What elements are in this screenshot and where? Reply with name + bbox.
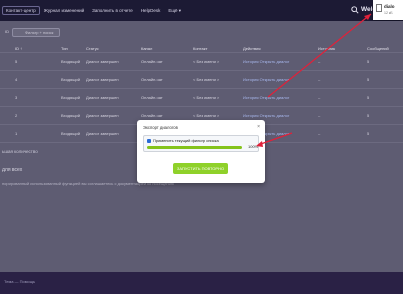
cell-contact: < Без имени > — [193, 77, 220, 82]
progress-bar — [147, 146, 242, 149]
cell-channel: Онлайн-чат — [141, 59, 163, 64]
cell-source: – — [318, 131, 321, 136]
nav-helpdesk[interactable]: HelpDesk — [137, 8, 165, 13]
cell-channel: Онлайн-чат — [141, 113, 163, 118]
footer: Тема — Помощь — [0, 272, 403, 294]
apply-filter-label[interactable]: Применить текущий фильтр списка — [153, 138, 219, 143]
table-row[interactable]: 5 Входящий Диалог завершен Онлайн-чат < Без … — [0, 53, 403, 71]
cell-status: Диалог завершен — [86, 113, 119, 118]
cell-contact: < Без имени > — [193, 95, 220, 100]
cell-status: Диалог завершен — [86, 95, 119, 100]
nav-contact-center[interactable]: Контакт-центр — [2, 6, 40, 15]
restart-button[interactable]: ЗАПУСТИТЬ ПОВТОРНО — [173, 163, 228, 174]
apply-filter-checkbox[interactable] — [147, 139, 151, 143]
cell-source: – — [318, 113, 321, 118]
header-id[interactable]: ID ↑ — [15, 46, 22, 51]
header-messages[interactable]: Сообщений — [367, 46, 389, 51]
header-source[interactable]: Источник — [318, 46, 335, 51]
cell-actions[interactable]: История Открыть диалог — [243, 59, 289, 64]
table-row[interactable]: 3 Входящий Диалог завершен Онлайн-чат < Без … — [0, 89, 403, 107]
dialog-title: Экспорт диалогов — [143, 125, 178, 130]
cell-messages: 5 — [367, 77, 370, 82]
header-contact[interactable]: Контакт — [193, 46, 207, 51]
export-dialog: Экспорт диалогов × Применить текущий фил… — [137, 120, 265, 183]
cell-type: Входящий — [61, 77, 80, 82]
nav-change-log[interactable]: Журнал изменений — [40, 8, 88, 13]
cell-messages: 5 — [367, 59, 370, 64]
header-actions: Действия — [243, 46, 261, 51]
progress-fill — [147, 146, 242, 149]
cell-status: Диалог завершен — [86, 131, 119, 136]
cell-type: Входящий — [61, 95, 80, 100]
progress-percent: 100% — [248, 144, 259, 149]
cell-actions[interactable]: История Открыть диалог — [243, 95, 289, 100]
cell-id: 5 — [15, 59, 18, 64]
cell-source: – — [318, 77, 321, 82]
cell-messages: 5 — [367, 95, 370, 100]
export-progress-panel: Применить текущий фильтр списка 100% — [143, 135, 259, 152]
search-input[interactable]: Фильтр + поиск — [12, 28, 60, 37]
page-size-label[interactable]: ьшая количество — [2, 149, 38, 154]
cell-channel: Онлайн-чат — [141, 77, 163, 82]
cell-status: Диалог завершен — [86, 77, 119, 82]
cell-source: – — [318, 59, 321, 64]
cell-contact: < Без имени > — [193, 59, 220, 64]
search-placeholder: Фильтр + поиск — [25, 30, 54, 35]
download-popup[interactable]: dialo 12 кБ — [373, 0, 403, 20]
table-row[interactable]: 4 Входящий Диалог завершен Онлайн-чат < Без … — [0, 71, 403, 89]
cell-type: Входящий — [61, 59, 80, 64]
cell-source: – — [318, 95, 321, 100]
search-icon[interactable] — [351, 6, 359, 14]
cell-contact: < Без имени > — [193, 113, 220, 118]
cell-channel: Онлайн-чат — [141, 95, 163, 100]
header-type[interactable]: Тип — [61, 46, 68, 51]
cell-messages: 5 — [367, 113, 370, 118]
cell-id: 3 — [15, 95, 18, 100]
toolbar: ID Фильтр + поиск — [0, 25, 403, 39]
cell-type: Входящий — [61, 113, 80, 118]
section-label: для всех — [2, 167, 23, 173]
nav-more[interactable]: Ещё ▾ — [164, 8, 185, 14]
download-file-size: 12 кБ — [384, 11, 393, 15]
header-status[interactable]: Статус — [86, 46, 99, 51]
table-header: ID ↑ Тип Статус Канал Контакт Действия И… — [0, 43, 403, 53]
cell-actions[interactable]: История Открыть диалог — [243, 113, 289, 118]
nav-report[interactable]: Заполнить в отчете — [88, 8, 137, 13]
top-navigation-bar: Контакт-центр Журнал изменений Заполнить… — [0, 0, 403, 21]
close-icon[interactable]: × — [257, 124, 260, 130]
cell-type: Входящий — [61, 131, 80, 136]
cell-status: Диалог завершен — [86, 59, 119, 64]
header-channel[interactable]: Канал — [141, 46, 152, 51]
cell-messages: 5 — [367, 131, 370, 136]
cell-id: 4 — [15, 77, 18, 82]
footer-text: Тема — Помощь — [4, 279, 36, 284]
cell-id: 1 — [15, 131, 18, 136]
file-icon — [376, 4, 382, 12]
pin-label: ID — [5, 29, 9, 34]
top-nav: Контакт-центр Журнал изменений Заполнить… — [0, 0, 185, 21]
cell-actions[interactable]: История Открыть диалог — [243, 77, 289, 82]
cell-id: 2 — [15, 113, 18, 118]
download-file-name[interactable]: dialo — [384, 4, 395, 9]
